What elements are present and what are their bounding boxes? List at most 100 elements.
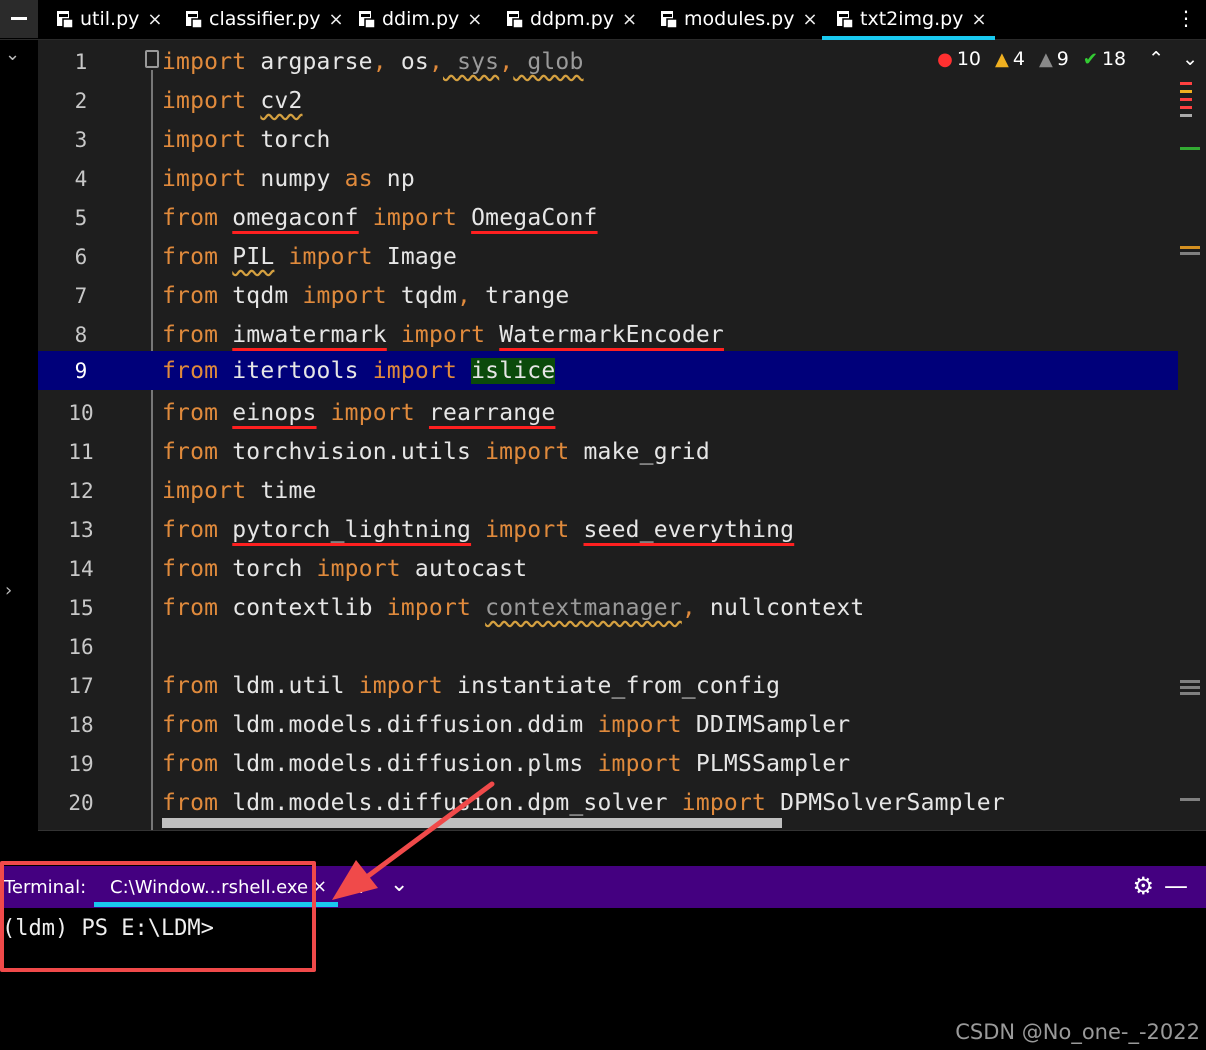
info-stripe[interactable]: [1180, 798, 1200, 801]
annotation-highlight-box: [0, 861, 316, 972]
token: import: [358, 673, 443, 699]
inspection-widget[interactable]: ● 10 ▲ 4 ▲ 9 ✔ 18 ⌃ ⌄: [927, 48, 1198, 70]
previous-highlight-icon[interactable]: ⌃: [1148, 48, 1164, 70]
code-line[interactable]: 4 import numpy as np: [38, 159, 1178, 198]
tab-ddim-py[interactable]: ddim.py ×: [358, 0, 482, 38]
code-line[interactable]: 5 from omegaconf import OmegaConf: [38, 198, 1178, 237]
info-stripe[interactable]: [1180, 114, 1192, 117]
line-number: 17: [68, 674, 94, 698]
line-number: 7: [74, 284, 88, 308]
code-line[interactable]: 18 from ldm.models.diffusion.ddim import…: [38, 705, 1178, 744]
token: from: [162, 358, 219, 384]
code-line[interactable]: 2 import cv2: [38, 81, 1178, 120]
line-number: 15: [68, 596, 94, 620]
plus-icon[interactable]: +: [352, 874, 370, 899]
code-line[interactable]: 10 from einops import rearrange: [38, 393, 1178, 432]
token: trange: [471, 283, 570, 309]
token: autocast: [400, 556, 528, 582]
code-line[interactable]: 13 from pytorch_lightning import seed_ev…: [38, 510, 1178, 549]
close-icon[interactable]: ×: [147, 9, 162, 30]
error-stripe[interactable]: [1180, 106, 1192, 109]
token: einops: [232, 400, 317, 426]
token: from: [162, 322, 219, 348]
gear-icon[interactable]: ⚙: [1132, 872, 1154, 900]
code-line-current[interactable]: 9 from itertools import islice: [38, 351, 1178, 390]
warning-stripe[interactable]: [1180, 246, 1200, 249]
code-line[interactable]: 19 from ldm.models.diffusion.plms import…: [38, 744, 1178, 783]
token: from: [162, 751, 219, 777]
warning-icon: ▲: [995, 48, 1009, 70]
code-editor[interactable]: 1 import argparse, os, sys, glob 2 impor…: [38, 40, 1206, 830]
weak-warning-count[interactable]: ▲ 9: [1039, 48, 1069, 70]
line-number: 5: [74, 206, 88, 230]
typo-count[interactable]: ✔ 18: [1083, 48, 1126, 70]
code-line[interactable]: 11 from torchvision.utils import make_gr…: [38, 432, 1178, 471]
tab-util-py[interactable]: util.py ×: [56, 0, 163, 38]
code-line[interactable]: 7 from tqdm import tqdm, trange: [38, 276, 1178, 315]
chevron-down-icon[interactable]: ⌄: [390, 872, 408, 897]
minimize-icon[interactable]: —: [1164, 872, 1188, 900]
tab-label: util.py: [80, 8, 140, 30]
project-tool-strip: ⌄ ›: [0, 40, 38, 866]
info-stripe[interactable]: [1180, 686, 1200, 689]
token: from: [162, 205, 219, 231]
code-line[interactable]: 14 from torch import autocast: [38, 549, 1178, 588]
code-line[interactable]: 3 import torch: [38, 120, 1178, 159]
change-stripe[interactable]: [1180, 147, 1200, 150]
tab-label: ddpm.py: [530, 8, 615, 30]
error-count[interactable]: ● 10: [937, 48, 981, 70]
token: imwatermark: [232, 322, 387, 348]
tab-txt2img-py[interactable]: txt2img.py ×: [822, 0, 995, 40]
code-line[interactable]: 17 from ldm.util import instantiate_from…: [38, 666, 1178, 705]
line-number: 6: [74, 245, 88, 269]
tab-classifier-py[interactable]: classifier.py ×: [185, 0, 344, 38]
token: OmegaConf: [471, 205, 598, 231]
close-icon[interactable]: ×: [802, 9, 817, 30]
next-highlight-icon[interactable]: ⌄: [1182, 48, 1198, 70]
token: from: [162, 790, 219, 816]
chevron-right-icon[interactable]: ›: [5, 580, 12, 601]
error-icon: ●: [937, 48, 953, 70]
line-number: 9: [74, 359, 88, 383]
tab-modules-py[interactable]: modules.py ×: [660, 0, 818, 38]
close-icon[interactable]: ×: [329, 9, 344, 30]
token: from: [162, 439, 219, 465]
more-tabs-icon[interactable]: ⋮: [1176, 6, 1196, 30]
error-stripe[interactable]: [1180, 82, 1192, 85]
code-line[interactable]: 15 from contextlib import contextmanager…: [38, 588, 1178, 627]
warning-count[interactable]: ▲ 4: [995, 48, 1025, 70]
code-line[interactable]: 6 from PIL import Image: [38, 237, 1178, 276]
tab-ddpm-py[interactable]: ddpm.py ×: [506, 0, 637, 38]
error-stripe[interactable]: [1180, 98, 1192, 101]
token: argparse: [246, 49, 373, 75]
python-file-icon: [185, 9, 203, 29]
chevron-down-icon[interactable]: ⌄: [5, 44, 20, 65]
info-stripe[interactable]: [1180, 680, 1200, 683]
close-icon[interactable]: ×: [971, 9, 986, 30]
token: np: [372, 166, 415, 192]
code-line[interactable]: 16: [38, 627, 1178, 666]
token: ,: [457, 283, 472, 309]
info-stripe[interactable]: [1180, 252, 1200, 255]
token: import: [400, 322, 486, 348]
horizontal-scrollbar[interactable]: [162, 818, 782, 828]
close-icon[interactable]: ×: [467, 9, 482, 30]
line-number: 8: [74, 323, 88, 347]
tab-label: ddim.py: [382, 8, 460, 30]
token: import: [316, 556, 401, 582]
info-stripe[interactable]: [1180, 692, 1200, 695]
warning-stripe[interactable]: [1180, 90, 1192, 93]
code-line[interactable]: 12 import time: [38, 471, 1178, 510]
close-icon[interactable]: ×: [622, 9, 637, 30]
token: islice: [471, 358, 556, 384]
token: sys: [443, 49, 500, 75]
code-line[interactable]: 8 from imwatermark import WatermarkEncod…: [38, 315, 1178, 354]
code-line[interactable]: 20 from ldm.models.diffusion.dpm_solver …: [38, 783, 1178, 822]
line-number: 2: [74, 89, 88, 113]
collapse-sidebar-button[interactable]: [0, 0, 38, 38]
